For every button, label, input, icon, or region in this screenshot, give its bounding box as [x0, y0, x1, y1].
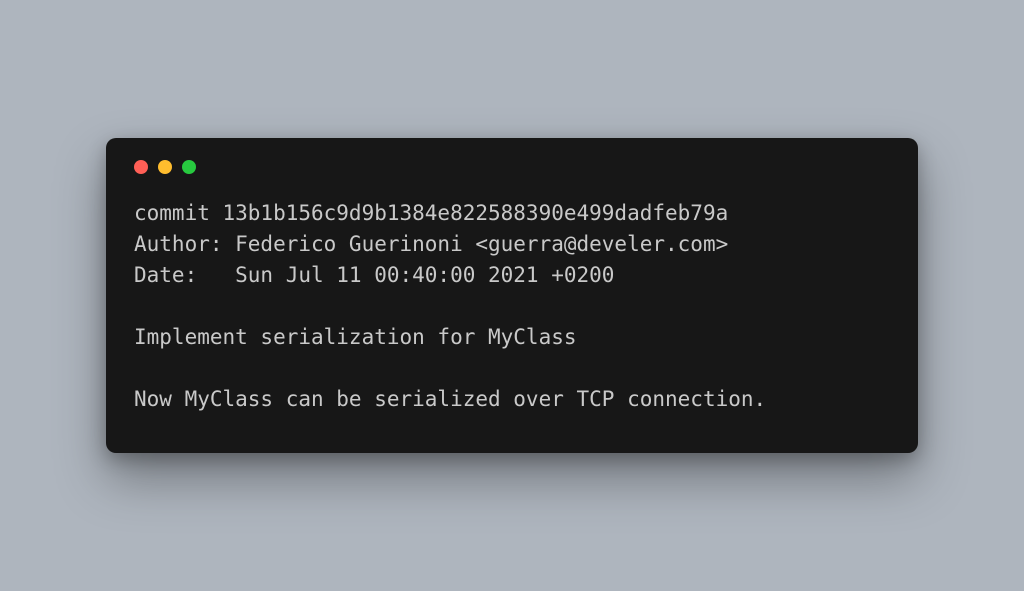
commit-date-line: Date: Sun Jul 11 00:40:00 2021 +0200: [134, 263, 614, 287]
terminal-window: commit 13b1b156c9d9b1384e822588390e499da…: [106, 138, 918, 454]
close-icon[interactable]: [134, 160, 148, 174]
terminal-output: commit 13b1b156c9d9b1384e822588390e499da…: [134, 198, 890, 416]
commit-body: Now MyClass can be serialized over TCP c…: [134, 387, 766, 411]
minimize-icon[interactable]: [158, 160, 172, 174]
commit-subject: Implement serialization for MyClass: [134, 325, 577, 349]
window-titlebar: [134, 160, 890, 198]
maximize-icon[interactable]: [182, 160, 196, 174]
commit-author-line: Author: Federico Guerinoni <guerra@devel…: [134, 232, 728, 256]
commit-hash-line: commit 13b1b156c9d9b1384e822588390e499da…: [134, 201, 728, 225]
